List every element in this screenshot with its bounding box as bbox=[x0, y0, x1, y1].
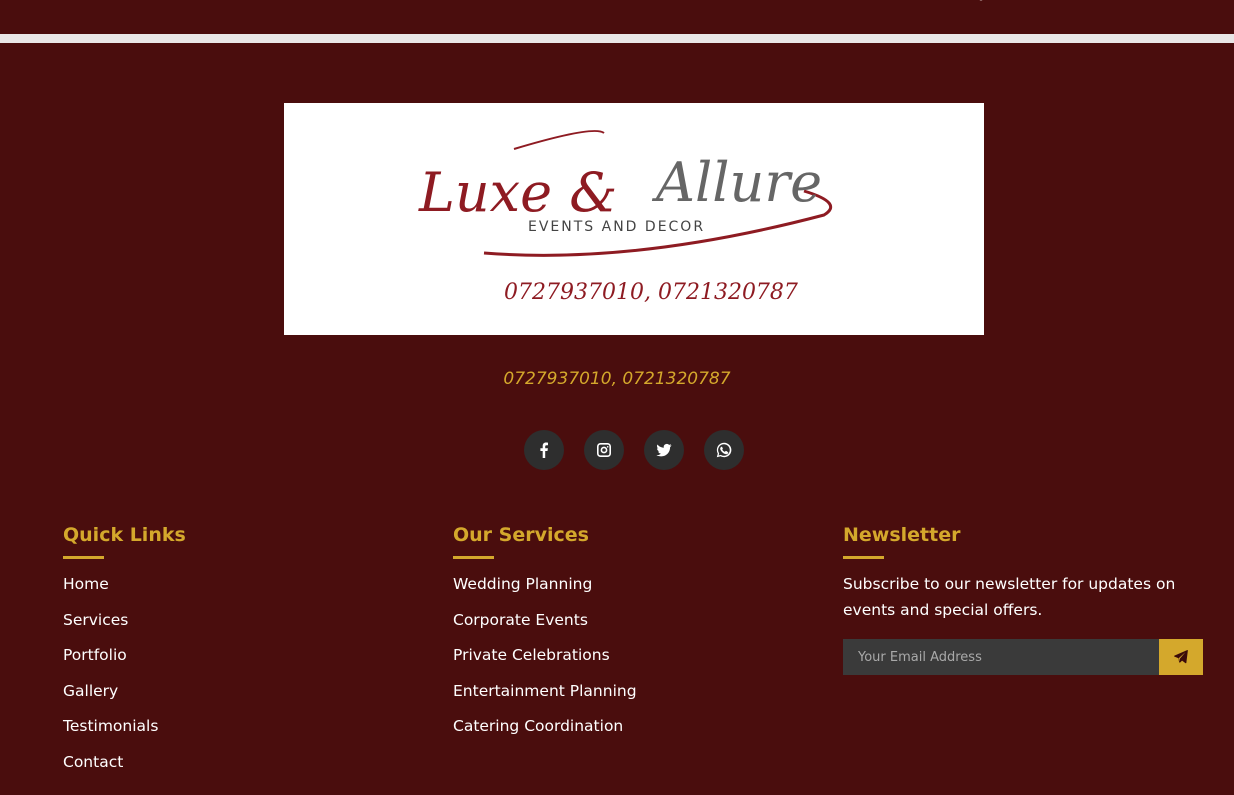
contact-phones[interactable]: 0727937010, 0721320787 bbox=[0, 369, 1234, 389]
quick-links-section: Quick Links Home Services Portfolio Gall… bbox=[63, 522, 186, 786]
logo-script-right: Allure bbox=[651, 151, 822, 214]
facebook-icon bbox=[540, 442, 548, 458]
logo-phones: 0727937010, 0721320787 bbox=[504, 280, 798, 305]
instagram-icon bbox=[597, 443, 611, 457]
quick-link-gallery[interactable]: Gallery bbox=[63, 680, 186, 716]
heading-underline bbox=[453, 556, 494, 559]
newsletter-heading: Newsletter bbox=[843, 524, 961, 546]
social-links bbox=[524, 430, 744, 470]
service-link-catering-coordination[interactable]: Catering Coordination bbox=[453, 715, 637, 751]
brand-logo: Luxe & Allure EVENTS AND DECOR 072793701… bbox=[418, 130, 833, 305]
quick-link-testimonials[interactable]: Testimonials bbox=[63, 715, 186, 751]
quick-link-contact[interactable]: Contact bbox=[63, 751, 186, 787]
whatsapp-link[interactable] bbox=[704, 430, 744, 470]
brand-logo-banner: Luxe & Allure EVENTS AND DECOR 072793701… bbox=[284, 103, 984, 335]
newsletter-section: Newsletter Subscribe to our newsletter f… bbox=[843, 522, 1203, 675]
quick-link-services[interactable]: Services bbox=[63, 609, 186, 645]
newsletter-description: Subscribe to our newsletter for updates … bbox=[843, 575, 1176, 619]
newsletter-email-input[interactable] bbox=[843, 639, 1159, 675]
whatsapp-icon bbox=[716, 442, 732, 458]
logo-script-left: Luxe & bbox=[418, 161, 617, 224]
header-logo-fragment[interactable] bbox=[86, 0, 138, 2]
quick-link-home[interactable]: Home bbox=[63, 573, 186, 609]
twitter-icon bbox=[656, 443, 672, 457]
service-link-entertainment-planning[interactable]: Entertainment Planning bbox=[453, 680, 637, 716]
section-divider bbox=[0, 34, 1234, 43]
instagram-link[interactable] bbox=[584, 430, 624, 470]
services-list: Wedding Planning Corporate Events Privat… bbox=[453, 573, 637, 751]
heading-underline bbox=[843, 556, 884, 559]
paper-plane-icon bbox=[1174, 650, 1188, 664]
services-heading: Our Services bbox=[453, 524, 589, 546]
quick-links-list: Home Services Portfolio Gallery Testimon… bbox=[63, 573, 186, 786]
logo-tagline: EVENTS AND DECOR bbox=[528, 219, 705, 235]
heading-underline bbox=[63, 556, 104, 559]
header-icon-fragment[interactable] bbox=[978, 0, 984, 2]
facebook-link[interactable] bbox=[524, 430, 564, 470]
our-services-section: Our Services Wedding Planning Corporate … bbox=[453, 522, 637, 751]
top-navbar bbox=[0, 0, 1234, 34]
service-link-wedding-planning[interactable]: Wedding Planning bbox=[453, 573, 637, 609]
twitter-link[interactable] bbox=[644, 430, 684, 470]
quick-link-portfolio[interactable]: Portfolio bbox=[63, 644, 186, 680]
quick-links-heading: Quick Links bbox=[63, 524, 186, 546]
service-link-private-celebrations[interactable]: Private Celebrations bbox=[453, 644, 637, 680]
service-link-corporate-events[interactable]: Corporate Events bbox=[453, 609, 637, 645]
newsletter-form bbox=[843, 639, 1203, 675]
newsletter-submit-button[interactable] bbox=[1159, 639, 1203, 675]
